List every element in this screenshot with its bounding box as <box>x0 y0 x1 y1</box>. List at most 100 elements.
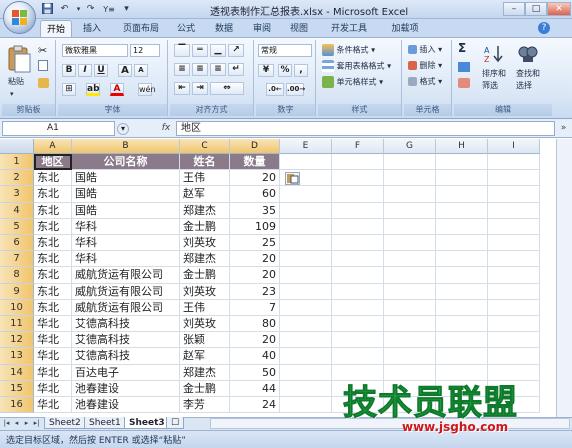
percent-button[interactable]: % <box>278 64 292 77</box>
cell[interactable]: 王伟 <box>180 299 230 316</box>
row-header[interactable]: 13 <box>0 348 34 365</box>
column-header[interactable]: D <box>230 139 280 154</box>
cut-icon[interactable]: ✂ <box>38 44 47 57</box>
number-format-select[interactable]: 常规 <box>258 44 312 57</box>
cell[interactable] <box>488 283 540 300</box>
cell[interactable]: 东北 <box>34 299 72 316</box>
quantity-cell[interactable]: 7 <box>230 299 280 316</box>
sort-filter-label-1[interactable]: 排序和 <box>482 68 506 80</box>
cell[interactable] <box>384 154 436 171</box>
tab-data[interactable]: 数据 <box>210 20 238 38</box>
cell[interactable] <box>280 364 332 381</box>
cell[interactable] <box>384 332 436 349</box>
font-size-select[interactable]: 12 <box>130 44 160 57</box>
cell[interactable]: 赵军 <box>180 348 230 365</box>
cell[interactable]: 刘英玫 <box>180 316 230 333</box>
quantity-cell[interactable]: 60 <box>230 186 280 203</box>
cell[interactable]: 华北 <box>34 380 72 397</box>
cell[interactable] <box>332 251 384 268</box>
find-select-label-1[interactable]: 查找和 <box>516 68 540 80</box>
cell[interactable]: 刘英玫 <box>180 283 230 300</box>
minimize-button[interactable]: – <box>503 2 525 16</box>
cell[interactable] <box>436 202 488 219</box>
name-box[interactable]: A1 <box>2 121 115 136</box>
cell[interactable]: 公司名称 <box>72 154 180 171</box>
autosum-button[interactable]: Σ <box>458 42 466 54</box>
tab-home[interactable]: 开始 <box>40 20 72 38</box>
find-select-label-2[interactable]: 选择 <box>516 80 532 92</box>
cell[interactable] <box>280 299 332 316</box>
format-as-table-button[interactable]: 套用表格格式 ▾ <box>322 60 391 73</box>
clear-icon[interactable] <box>458 78 470 88</box>
cell[interactable] <box>280 380 332 397</box>
paste-button[interactable]: 粘贴 <box>8 76 24 88</box>
cell[interactable] <box>436 218 488 235</box>
cell[interactable]: 华北 <box>34 397 72 414</box>
quantity-cell[interactable]: 24 <box>230 397 280 414</box>
vertical-scrollbar[interactable] <box>556 139 572 417</box>
cell[interactable] <box>384 299 436 316</box>
cell[interactable] <box>332 299 384 316</box>
insert-cells-button[interactable]: 插入 ▾ <box>408 44 442 56</box>
cell[interactable]: 艾德高科技 <box>72 348 180 365</box>
cell[interactable]: 东北 <box>34 283 72 300</box>
row-header[interactable]: 10 <box>0 299 34 316</box>
new-sheet-icon[interactable]: ☐ <box>166 417 184 429</box>
cell[interactable]: 威航货运有限公司 <box>72 283 180 300</box>
row-header[interactable]: 12 <box>0 332 34 349</box>
row-header[interactable]: 8 <box>0 267 34 284</box>
expand-formula-icon[interactable]: » <box>557 121 570 136</box>
cell[interactable] <box>488 170 540 187</box>
find-select-icon[interactable] <box>518 44 538 64</box>
row-header[interactable]: 4 <box>0 202 34 219</box>
paste-icon[interactable] <box>6 44 32 76</box>
cell-styles-button[interactable]: 单元格样式 ▾ <box>322 76 383 89</box>
sheet-tab-sheet2[interactable]: Sheet2 <box>44 417 86 429</box>
quantity-cell[interactable]: 23 <box>230 283 280 300</box>
cell[interactable]: 东北 <box>34 267 72 284</box>
cell[interactable] <box>488 154 540 171</box>
cell[interactable]: 金士鹏 <box>180 380 230 397</box>
cell[interactable] <box>332 348 384 365</box>
cell[interactable] <box>332 186 384 203</box>
cell[interactable]: 国皓 <box>72 170 180 187</box>
undo-button[interactable]: ↶ <box>58 3 71 16</box>
cell[interactable] <box>332 218 384 235</box>
tab-view[interactable]: 视图 <box>285 20 313 38</box>
comma-button[interactable]: , <box>294 64 308 77</box>
cell[interactable] <box>280 332 332 349</box>
align-center-icon[interactable]: ≡ <box>192 63 208 76</box>
first-sheet-icon[interactable]: |◂ <box>2 418 11 429</box>
fill-icon[interactable] <box>458 62 470 72</box>
cell[interactable]: 数量 <box>230 154 280 171</box>
cell[interactable] <box>280 348 332 365</box>
close-button[interactable]: ✕ <box>547 2 571 16</box>
tab-developer[interactable]: 开发工具 <box>324 20 374 38</box>
cell[interactable] <box>384 170 436 187</box>
row-header[interactable]: 16 <box>0 397 34 414</box>
cell[interactable] <box>332 235 384 252</box>
cell[interactable] <box>436 251 488 268</box>
quantity-cell[interactable]: 20 <box>230 170 280 187</box>
font-family-select[interactable]: 微软雅黑 <box>62 44 128 57</box>
increase-decimal-icon[interactable]: .0← <box>266 83 284 96</box>
column-header[interactable]: I <box>488 139 540 154</box>
font-color-button[interactable]: A <box>110 83 124 96</box>
cell[interactable] <box>436 283 488 300</box>
cell[interactable] <box>488 299 540 316</box>
column-header[interactable]: F <box>332 139 384 154</box>
cell[interactable]: 华科 <box>72 235 180 252</box>
help-icon[interactable]: ? <box>538 22 550 34</box>
cell[interactable] <box>488 348 540 365</box>
cell[interactable] <box>332 154 384 171</box>
cell[interactable]: 郑建杰 <box>180 251 230 268</box>
column-header[interactable]: G <box>384 139 436 154</box>
row-header[interactable]: 7 <box>0 251 34 268</box>
cell[interactable] <box>488 186 540 203</box>
row-header[interactable]: 2 <box>0 170 34 187</box>
cell[interactable]: 池春建设 <box>72 380 180 397</box>
quantity-cell[interactable]: 35 <box>230 202 280 219</box>
format-cells-button[interactable]: 格式 ▾ <box>408 76 442 88</box>
decrease-decimal-icon[interactable]: .00→ <box>286 83 305 96</box>
align-bottom-icon[interactable]: ▁ <box>210 44 226 57</box>
